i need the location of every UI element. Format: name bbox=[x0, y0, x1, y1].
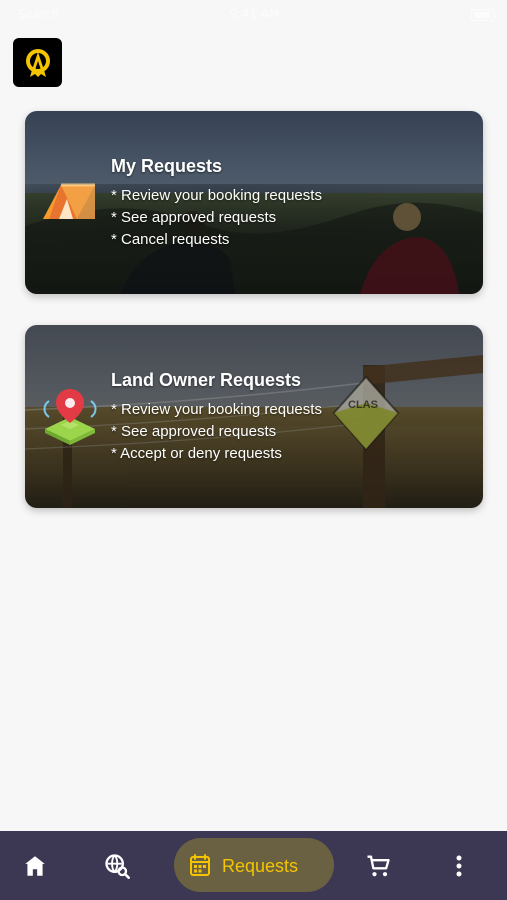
nav-explore-button[interactable] bbox=[92, 831, 142, 900]
app-screen: Search 9:41 AM My Requests * Review your… bbox=[0, 0, 507, 900]
land-owner-requests-text: Land Owner Requests * Review your bookin… bbox=[111, 369, 471, 465]
cart-icon bbox=[367, 855, 390, 876]
my-requests-text: My Requests * Review your booking reques… bbox=[111, 155, 471, 251]
land-owner-requests-card[interactable]: CLAS Land Owner Requests * Review your b… bbox=[25, 325, 483, 508]
my-requests-bullet-1: * Review your booking requests bbox=[111, 187, 322, 204]
logo-icon bbox=[25, 48, 50, 77]
more-vert-icon bbox=[456, 855, 462, 876]
nav-requests-label: Requests bbox=[222, 855, 299, 876]
my-requests-bullets: * Review your booking requests * See app… bbox=[111, 185, 471, 251]
home-icon bbox=[25, 855, 45, 876]
nav-cart-button[interactable] bbox=[353, 831, 403, 900]
status-bar: Search 9:41 AM bbox=[0, 0, 507, 28]
status-back-label: Search bbox=[18, 7, 60, 21]
battery-icon bbox=[471, 9, 495, 21]
my-requests-title: My Requests bbox=[111, 156, 223, 176]
land-owner-bullet-1: * Review your booking requests bbox=[111, 401, 322, 418]
my-requests-bullet-2: * See approved requests bbox=[111, 209, 277, 226]
nav-home-button[interactable] bbox=[10, 831, 60, 900]
land-owner-bullet-3: * Accept or deny requests bbox=[111, 445, 282, 462]
land-owner-requests-title: Land Owner Requests bbox=[111, 370, 302, 390]
bottom-navigation: Requests bbox=[0, 831, 507, 900]
nav-more-button[interactable] bbox=[434, 831, 484, 900]
status-time: 9:41 AM bbox=[230, 7, 280, 21]
land-owner-requests-bullets: * Review your booking requests * See app… bbox=[111, 399, 471, 465]
land-pin-icon bbox=[39, 383, 99, 445]
globe-search-icon bbox=[105, 853, 130, 879]
app-logo bbox=[13, 38, 62, 87]
land-owner-bullet-2: * See approved requests bbox=[111, 423, 277, 440]
nav-requests-button[interactable]: Requests bbox=[174, 838, 334, 892]
tent-icon bbox=[39, 169, 99, 229]
calendar-icon bbox=[190, 854, 210, 876]
my-requests-bullet-3: * Cancel requests bbox=[111, 231, 230, 248]
my-requests-card[interactable]: My Requests * Review your booking reques… bbox=[25, 111, 483, 294]
